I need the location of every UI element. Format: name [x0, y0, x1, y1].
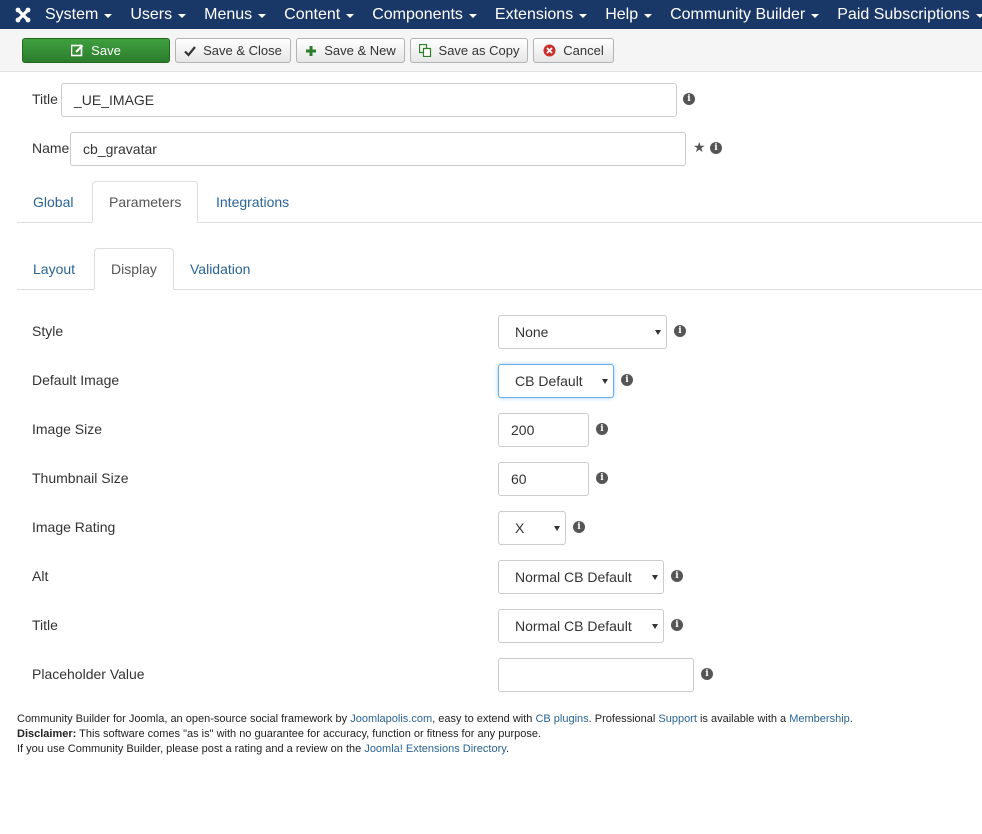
- save-close-button[interactable]: Save & Close: [175, 38, 291, 63]
- membership-link[interactable]: Membership: [789, 713, 850, 725]
- edit-icon: [71, 44, 84, 57]
- tab-integrations[interactable]: Integrations: [200, 181, 305, 223]
- nav-menus[interactable]: Menus: [195, 0, 275, 29]
- alt-label: Alt: [32, 568, 49, 584]
- chevron-down-icon: [346, 13, 355, 18]
- star-icon: ★: [693, 139, 706, 155]
- footer: Community Builder for Joomla, an open-so…: [17, 712, 853, 757]
- chevron-down-icon: [468, 13, 477, 18]
- placeholder-label: Placeholder Value: [32, 666, 145, 682]
- style-select[interactable]: None: [498, 315, 667, 349]
- chevron-down-icon: [104, 13, 113, 18]
- cancel-button[interactable]: Cancel: [533, 38, 614, 63]
- default-image-select[interactable]: CB Default: [498, 364, 614, 398]
- jed-link[interactable]: Joomla! Extensions Directory: [364, 743, 506, 755]
- nav-paid-subscriptions[interactable]: Paid Subscriptions: [828, 0, 982, 29]
- chevron-down-icon: [655, 330, 661, 335]
- thumbnail-size-label: Thumbnail Size: [32, 470, 129, 486]
- info-icon[interactable]: i: [683, 93, 695, 105]
- nav-community-builder[interactable]: Community Builder: [661, 0, 828, 29]
- tab-parameters[interactable]: Parameters: [92, 181, 199, 223]
- chevron-down-icon: [178, 13, 187, 18]
- image-size-label: Image Size: [32, 421, 103, 437]
- image-size-input[interactable]: 200: [498, 413, 589, 447]
- chevron-down-icon: [554, 526, 560, 531]
- chevron-down-icon: [975, 13, 982, 18]
- info-icon[interactable]: i: [701, 668, 713, 680]
- info-icon[interactable]: i: [596, 472, 608, 484]
- nav-extensions[interactable]: Extensions: [486, 0, 596, 29]
- nav-content[interactable]: Content: [275, 0, 363, 29]
- plus-icon: [305, 45, 317, 57]
- chevron-down-icon: [652, 575, 658, 580]
- info-icon[interactable]: i: [671, 619, 683, 631]
- title-label: Title: [32, 91, 58, 107]
- info-icon[interactable]: i: [621, 374, 633, 386]
- tab-layout[interactable]: Layout: [17, 248, 91, 290]
- nav-components[interactable]: Components: [363, 0, 486, 29]
- check-icon: [184, 45, 196, 57]
- save-button[interactable]: Save: [22, 38, 170, 63]
- name-input[interactable]: cb_gravatar: [70, 132, 686, 166]
- toolbar: Save Save & Close Save & New Save as Cop…: [0, 29, 982, 72]
- thumbnail-size-input[interactable]: 60: [498, 462, 589, 496]
- chevron-down-icon: [811, 13, 820, 18]
- chevron-down-icon: [652, 624, 658, 629]
- name-label: Name: [32, 140, 70, 156]
- title-display-label: Title: [32, 617, 58, 633]
- nav-users[interactable]: Users: [121, 0, 195, 29]
- footer-line-3: If you use Community Builder, please pos…: [17, 743, 509, 755]
- title-display-select[interactable]: Normal CB Default: [498, 609, 664, 643]
- info-icon[interactable]: i: [674, 325, 686, 337]
- style-label: Style: [32, 323, 64, 339]
- chevron-down-icon: [602, 379, 608, 384]
- tab-global[interactable]: Global: [17, 181, 89, 223]
- tab-validation[interactable]: Validation: [174, 248, 266, 290]
- info-icon[interactable]: i: [573, 521, 585, 533]
- chevron-down-icon: [579, 13, 588, 18]
- alt-select[interactable]: Normal CB Default: [498, 560, 664, 594]
- chevron-down-icon: [644, 13, 653, 18]
- image-rating-select[interactable]: X: [498, 511, 566, 545]
- footer-line-2: Disclaimer: This software comes "as is" …: [17, 728, 542, 740]
- info-icon[interactable]: i: [710, 142, 722, 154]
- info-icon[interactable]: i: [596, 423, 608, 435]
- nav-help[interactable]: Help: [596, 0, 661, 29]
- joomla-logo-icon[interactable]: [14, 0, 32, 29]
- cancel-icon: [543, 44, 556, 57]
- chevron-down-icon: [258, 13, 267, 18]
- placeholder-input[interactable]: [498, 658, 694, 692]
- footer-line-1: Community Builder for Joomla, an open-so…: [17, 713, 853, 725]
- top-navbar: System Users Menus Content Components Ex…: [0, 0, 982, 29]
- joomlapolis-link[interactable]: Joomlapolis.com: [350, 713, 432, 725]
- cb-plugins-link[interactable]: CB plugins: [535, 713, 588, 725]
- tab-display[interactable]: Display: [94, 248, 174, 290]
- save-new-button[interactable]: Save & New: [296, 38, 405, 63]
- image-rating-label: Image Rating: [32, 519, 116, 535]
- support-link[interactable]: Support: [658, 713, 697, 725]
- save-as-copy-button[interactable]: Save as Copy: [410, 38, 528, 63]
- copy-icon: [418, 44, 432, 57]
- info-icon[interactable]: i: [671, 570, 683, 582]
- title-input[interactable]: _UE_IMAGE: [61, 83, 677, 117]
- nav-system[interactable]: System: [36, 0, 121, 29]
- default-image-label: Default Image: [32, 372, 120, 388]
